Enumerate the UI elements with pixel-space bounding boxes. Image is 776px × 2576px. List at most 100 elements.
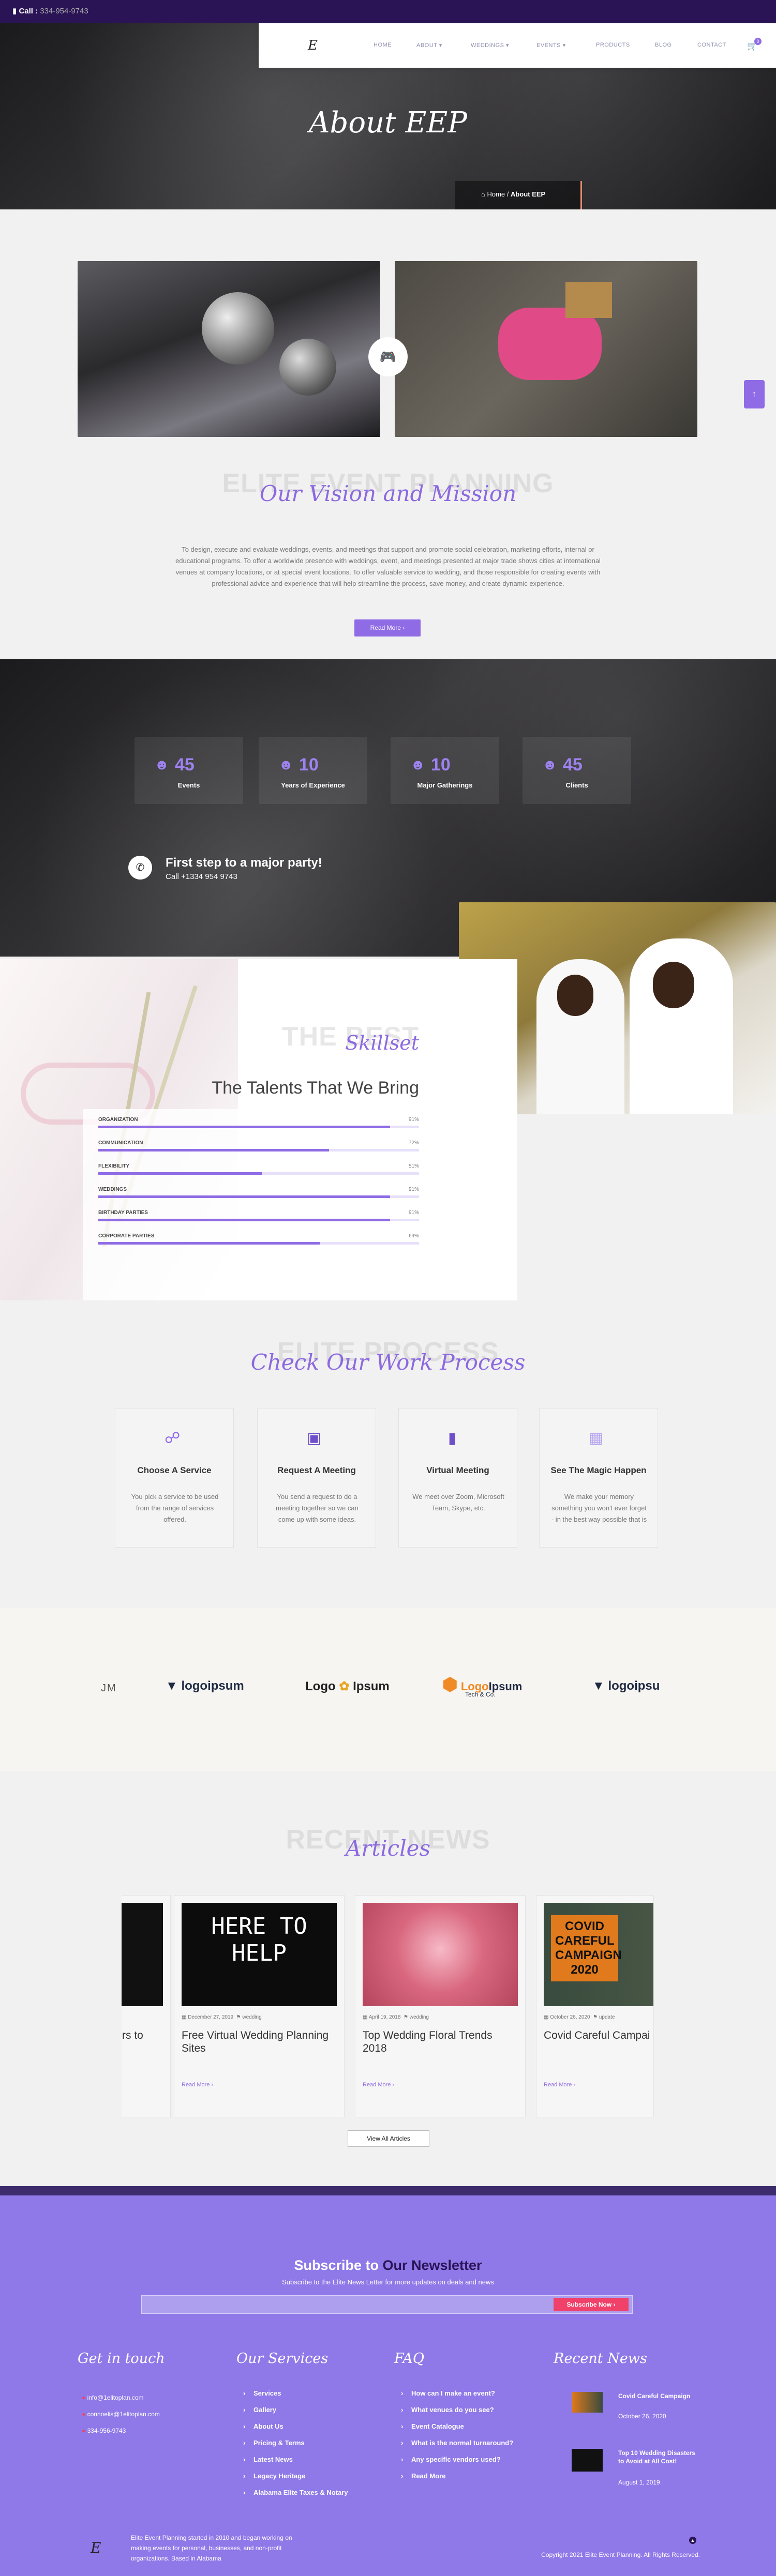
contact-list: ● info@1elitoplan.com ● connoelis@1elito…	[82, 2389, 160, 2439]
article-read-more[interactable]: Read More ›	[363, 2082, 394, 2088]
partner-logo-partial: JM	[101, 1683, 117, 1694]
back-to-top-icon[interactable]: ▲	[689, 2537, 696, 2544]
location-pin-icon: ●	[82, 2427, 86, 2434]
skills-section: THE BEST Skillset The Talents That We Br…	[0, 959, 517, 1300]
services-item[interactable]: › Alabama Elite Taxes & Notary	[243, 2489, 348, 2505]
news-heading: Articles	[345, 1836, 431, 1861]
nav-weddings[interactable]: WEDDINGS ▾	[471, 42, 509, 49]
contact-phone[interactable]: 334-956-9743	[87, 2427, 126, 2434]
article-title[interactable]: Free Virtual Wedding Planning Sites	[182, 2029, 337, 2055]
article-card: HERE TO HELP ▦ December 27, 2019 ⚑ weddi…	[174, 1895, 345, 2117]
cta-phone[interactable]: Call +1334 954 9743	[166, 872, 237, 881]
faq-item[interactable]: › How can I make an event?	[401, 2389, 513, 2406]
partner-logos: JM ▼ logoipsum Logo ✿ Ipsum ⬢ LogoIpsum …	[0, 1608, 776, 1771]
services-item[interactable]: › Gallery	[243, 2406, 348, 2422]
services-list: › Services › Gallery › About Us › Pricing & …	[243, 2389, 348, 2505]
process-step-title: Virtual Meeting	[426, 1465, 489, 1475]
stat-clients: ☻ 45 Clients	[523, 737, 631, 804]
footer-about: Elite Event Planning started in 2010 and…	[131, 2534, 292, 2562]
article-tag[interactable]: wedding	[242, 2014, 261, 2020]
partner-logo-3[interactable]: ⬢ LogoIpsum Tech & Co.	[442, 1674, 522, 1698]
article-image[interactable]: COVID CAREFUL CAMPAIGN 2020	[544, 1903, 653, 2006]
article-card-partial: rs to	[122, 1895, 171, 2117]
calendar-icon: ▦	[363, 2014, 368, 2020]
nav-home[interactable]: HOME	[374, 42, 392, 48]
article-title[interactable]: Covid Careful Campai	[544, 2029, 653, 2042]
skill-bar	[98, 1172, 419, 1175]
sign-text: COVID CAREFUL CAMPAIGN 2020	[551, 1915, 622, 1981]
nav-about[interactable]: ABOUT ▾	[416, 42, 442, 49]
skills-panel	[83, 1109, 517, 1300]
article-date: December 27, 2019	[188, 2014, 234, 2020]
partner-logo-4[interactable]: ▼ logoipsu	[592, 1679, 660, 1693]
nav-blog[interactable]: BLOG	[655, 42, 672, 48]
contact-email[interactable]: connoelis@1elitoplan.com	[87, 2411, 160, 2418]
skill-value: 72%	[408, 1140, 419, 1146]
flower-logo-icon: ✿	[339, 1679, 350, 1693]
contact-email[interactable]: info@1elitoplan.com	[87, 2394, 144, 2401]
faq-item[interactable]: › Event Catalogue	[401, 2422, 513, 2439]
nav-events[interactable]: EVENTS ▾	[536, 42, 566, 49]
skill-label: CORPORATE PARTIES	[98, 1233, 155, 1239]
recent-news-date: August 1, 2019	[618, 2479, 660, 2486]
skill-label: WEDDINGS	[98, 1187, 127, 1192]
article-image[interactable]: HERE TO HELP	[182, 1903, 337, 2006]
footer-logo[interactable]: E	[91, 2539, 101, 2556]
faq-title: FAQ	[394, 2351, 425, 2367]
services-item[interactable]: › Latest News	[243, 2456, 348, 2472]
breadcrumb-separator: /	[506, 190, 509, 198]
side-widget-button[interactable]: ↑	[744, 380, 765, 408]
location-pin-icon: ●	[82, 2394, 86, 2401]
cart-count: 0	[754, 38, 762, 45]
nav-contact[interactable]: CONTACT	[697, 42, 726, 48]
subscribe-button[interactable]: Subscribe Now ›	[554, 2298, 629, 2311]
services-item[interactable]: › Pricing & Terms	[243, 2439, 348, 2456]
top-bar: ▮ Call : 334-954-9743	[0, 0, 776, 23]
process-step-virtual-meeting: ▮ Virtual Meeting We meet over Zoom, Mic…	[398, 1408, 517, 1548]
skill-bar	[98, 1149, 419, 1151]
skills-heading: The Talents That We Bring	[212, 1078, 419, 1098]
view-all-articles-button[interactable]: View All Articles	[348, 2130, 429, 2147]
faq-item[interactable]: › What is the normal turnaround?	[401, 2439, 513, 2456]
skill-label: FLEXIBILITY	[98, 1163, 129, 1169]
stat-label: Major Gatherings	[417, 781, 473, 789]
people-icon: ☻	[278, 756, 294, 772]
stat-value: 45	[175, 755, 195, 775]
article-tag[interactable]: wedding	[410, 2014, 429, 2020]
recent-news-date: October 26, 2020	[618, 2413, 666, 2420]
skill-row: FLEXIBILITY 51%	[98, 1163, 419, 1175]
site-logo[interactable]: E	[308, 38, 318, 53]
stat-label: Clients	[565, 781, 588, 789]
article-image[interactable]	[363, 1903, 518, 2006]
vision-read-more-button[interactable]: Read More ›	[354, 619, 421, 637]
article-title[interactable]: Top Wedding Floral Trends 2018	[363, 2029, 518, 2055]
hero-title: About EEP	[309, 106, 467, 140]
skill-label: COMMUNICATION	[98, 1140, 143, 1146]
faq-item[interactable]: › What venues do you see?	[401, 2406, 513, 2422]
process-step-title: See The Magic Happen	[550, 1465, 647, 1475]
article-read-more[interactable]: Read More ›	[182, 2082, 213, 2088]
faq-item[interactable]: › Read More	[401, 2472, 513, 2489]
partner-logo-1[interactable]: ▼ logoipsum	[166, 1679, 244, 1693]
article-tag[interactable]: update	[599, 2014, 615, 2020]
calendar-icon: ▦	[182, 2014, 187, 2020]
call-circle-icon[interactable]: ✆	[128, 856, 152, 880]
faq-list: › How can I make an event? › What venues d…	[401, 2389, 513, 2489]
breadcrumb-current: About EEP	[511, 190, 546, 198]
partner-logo-2[interactable]: Logo ✿ Ipsum	[305, 1679, 390, 1694]
breadcrumb-home[interactable]: Home	[487, 190, 505, 198]
services-item[interactable]: › Legacy Heritage	[243, 2472, 348, 2489]
faq-item[interactable]: › Any specific vendors used?	[401, 2456, 513, 2472]
process-step-choose-service: ☍ Choose A Service You pick a service to…	[115, 1408, 234, 1548]
article-read-more[interactable]: Read More ›	[544, 2082, 575, 2088]
topbar-phone[interactable]: 334-954-9743	[40, 7, 88, 16]
phone-icon: ▮	[12, 7, 17, 16]
process-step-title: Choose A Service	[137, 1465, 212, 1475]
services-item[interactable]: › About Us	[243, 2422, 348, 2439]
services-item[interactable]: › Services	[243, 2389, 348, 2406]
services-title: Our Services	[236, 2351, 329, 2367]
skill-row: BIRTHDAY PARTIES 91%	[98, 1210, 419, 1221]
nav-products[interactable]: PRODUCTS	[596, 42, 630, 48]
newsletter-title-a: Subscribe to	[294, 2257, 379, 2273]
box-icon: ▣	[307, 1430, 322, 1447]
